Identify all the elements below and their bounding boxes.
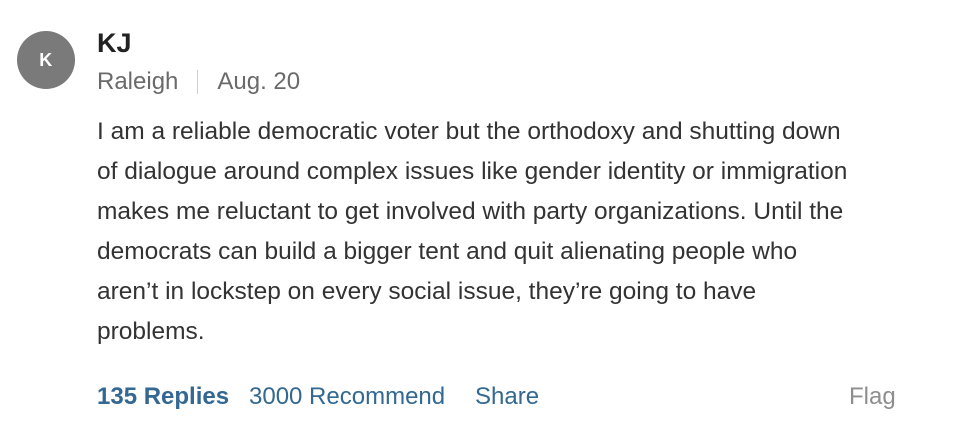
flag-button[interactable]: Flag	[849, 381, 896, 413]
comment-text-line: problems.	[97, 318, 205, 345]
avatar: K	[17, 31, 75, 89]
share-button[interactable]: Share	[475, 381, 539, 413]
comment-text: I am a reliable democratic voter but the…	[97, 112, 927, 352]
comment-card: K KJ Raleigh Aug. 20 I am a reliable dem…	[0, 0, 972, 446]
meta-divider	[197, 70, 199, 94]
author-location: Raleigh	[97, 68, 179, 95]
replies-button[interactable]: 135 Replies	[97, 381, 229, 413]
author-name: KJ	[97, 28, 132, 58]
comment-text-line: of dialogue around complex issues like g…	[97, 158, 848, 185]
comment-meta: Raleigh Aug. 20	[97, 68, 300, 96]
comment-text-line: democrats can build a bigger tent and qu…	[97, 238, 798, 265]
comment-text-line: aren’t in lockstep on every social issue…	[97, 278, 757, 305]
avatar-initial: K	[39, 49, 53, 70]
comment-date: Aug. 20	[217, 68, 301, 95]
comment-text-line: I am a reliable democratic voter but the…	[97, 118, 841, 145]
recommend-button[interactable]: 3000 Recommend	[249, 381, 445, 413]
comment-text-line: makes me reluctant to get involved with …	[97, 198, 844, 225]
comment-actions: 135 Replies 3000 Recommend Share Flag	[97, 381, 897, 413]
